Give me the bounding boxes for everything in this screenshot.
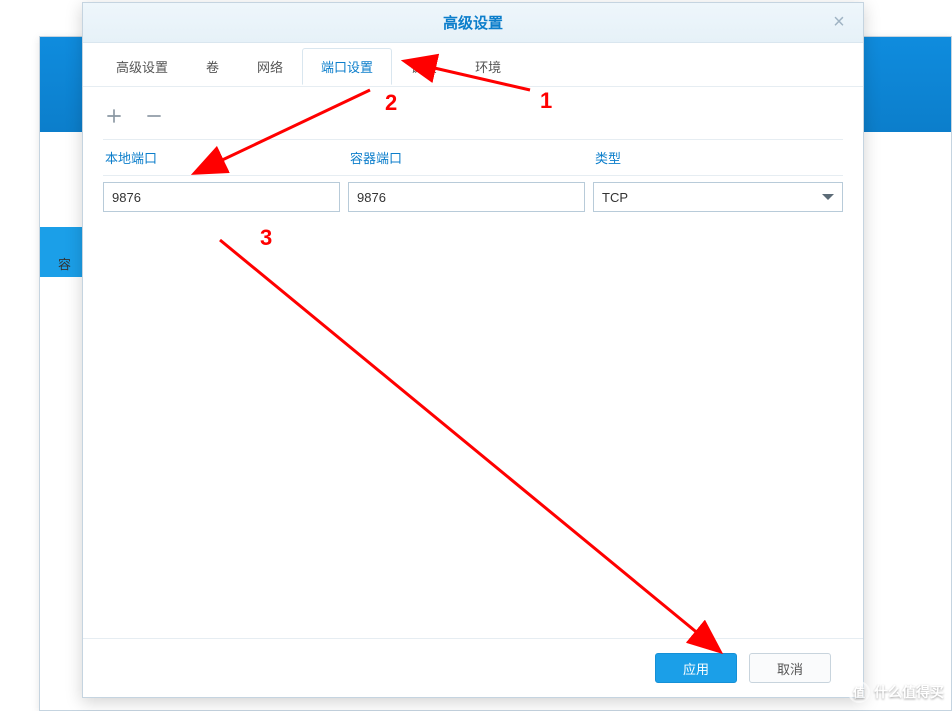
tab-environment[interactable]: 环境 (456, 48, 520, 84)
local-port-input[interactable] (103, 182, 340, 212)
header-local-port: 本地端口 (103, 148, 348, 167)
container-port-input[interactable] (348, 182, 585, 212)
tab-advanced[interactable]: 高级设置 (97, 48, 187, 84)
header-container-port: 容器端口 (348, 148, 593, 167)
watermark: 值 什么值得买 (848, 681, 944, 703)
dialog-titlebar: 高级设置 × (83, 3, 863, 43)
remove-icon[interactable] (143, 105, 165, 127)
watermark-text: 什么值得买 (874, 682, 944, 702)
dialog-footer: 应用 取消 (83, 638, 863, 697)
header-type: 类型 (593, 148, 843, 167)
type-select[interactable]: TCP (593, 182, 843, 212)
tab-volume[interactable]: 卷 (187, 48, 238, 84)
add-icon[interactable] (103, 105, 125, 127)
watermark-badge: 值 (848, 681, 870, 703)
close-icon[interactable]: × (827, 11, 851, 35)
toolbar (83, 87, 863, 139)
table-row: TCP (103, 176, 843, 218)
dialog-title: 高级设置 (443, 12, 503, 33)
chevron-down-icon (822, 194, 834, 200)
port-table: 本地端口 容器端口 类型 TCP (83, 139, 863, 638)
background-sidebar-char: 容 (58, 254, 71, 273)
tab-port-settings[interactable]: 端口设置 (302, 48, 392, 85)
tab-network[interactable]: 网络 (238, 48, 302, 84)
apply-button[interactable]: 应用 (655, 653, 737, 683)
type-select-value: TCP (602, 190, 628, 205)
tab-links[interactable]: 链接 (392, 48, 456, 84)
tabs-bar: 高级设置 卷 网络 端口设置 链接 环境 (83, 45, 863, 87)
column-headers: 本地端口 容器端口 类型 (103, 139, 843, 176)
cancel-button[interactable]: 取消 (749, 653, 831, 683)
advanced-settings-dialog: 高级设置 × 高级设置 卷 网络 端口设置 链接 环境 本地端口 容器端口 类型 (82, 2, 864, 698)
